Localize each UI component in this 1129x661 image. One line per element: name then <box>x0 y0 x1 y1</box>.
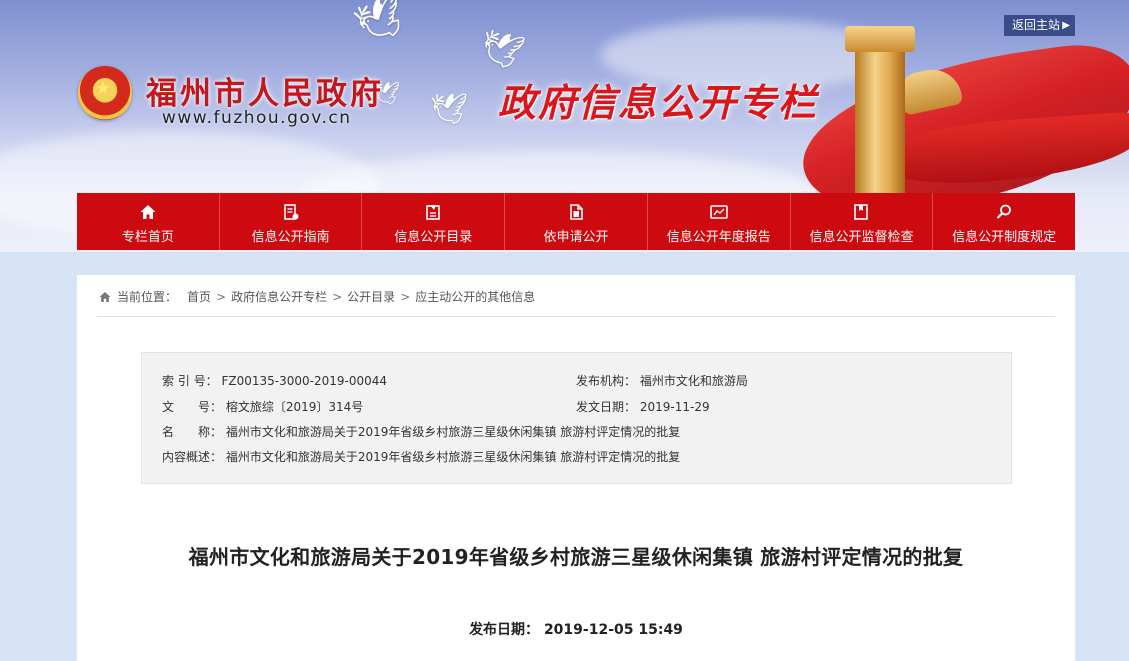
meta-key: 索 引 号： <box>162 374 218 388</box>
nav-item-annual-report[interactable]: 信息公开年度报告 <box>648 193 791 250</box>
report-icon <box>709 202 729 222</box>
document-icon <box>567 202 585 222</box>
meta-value: 榕文旅综〔2019〕314号 <box>225 400 364 414</box>
nav-item-catalog[interactable]: 信息公开目录 <box>362 193 506 250</box>
catalog-icon <box>424 202 442 222</box>
breadcrumb-link-column[interactable]: 政府信息公开专栏 <box>231 288 327 305</box>
site-title[interactable]: 福州市人民政府 <box>146 68 384 113</box>
document-metadata-box: 索 引 号： FZ00135-3000-2019-00044 发布机构： 福州市… <box>141 352 1012 484</box>
meta-row-summary: 内容概述： 福州市文化和旅游局关于2019年省级乡村旅游三星级休闲集镇 旅游村评… <box>162 448 680 465</box>
meta-key: 内容概述： <box>162 450 223 464</box>
return-main-site-label: 返回主站 <box>1012 18 1061 32</box>
meta-value: 福州市文化和旅游局 <box>639 374 748 388</box>
search-icon <box>995 202 1013 222</box>
meta-value: 福州市文化和旅游局关于2019年省级乡村旅游三星级休闲集镇 旅游村评定情况的批复 <box>225 450 681 464</box>
main-content: 当前位置： 首页 > 政府信息公开专栏 > 公开目录 > 应主动公开的其他信息 … <box>77 275 1075 661</box>
meta-value: 福州市文化和旅游局关于2019年省级乡村旅游三星级休闲集镇 旅游村评定情况的批复 <box>225 425 681 439</box>
meta-key: 发文日期： <box>576 400 637 414</box>
nav-item-guide[interactable]: 信息公开指南 <box>220 193 363 250</box>
breadcrumb-link-other-info[interactable]: 应主动公开的其他信息 <box>415 288 535 305</box>
meta-row-index: 索 引 号： FZ00135-3000-2019-00044 <box>162 372 387 389</box>
publish-date-value: 2019-12-05 15:49 <box>543 622 683 638</box>
nav-item-label: 信息公开目录 <box>394 230 473 245</box>
breadcrumb-divider <box>97 316 1055 317</box>
nav-item-label: 信息公开指南 <box>251 230 330 245</box>
breadcrumb-label: 当前位置： <box>117 290 178 304</box>
huabiao-pillar-decoration <box>855 30 905 220</box>
meta-value: 2019-11-29 <box>639 400 710 414</box>
dove-icon: 🕊 <box>430 92 469 127</box>
meta-key: 发布机构： <box>576 374 637 388</box>
national-emblem-logo[interactable]: ★ <box>78 66 132 120</box>
meta-row-docno: 文 号： 榕文旅综〔2019〕314号 <box>162 398 363 415</box>
star-icon: ★ <box>95 78 112 99</box>
meta-key: 文 号： <box>162 400 223 414</box>
supervision-icon <box>852 202 870 222</box>
meta-row-issue-date: 发文日期： 2019-11-29 <box>576 398 710 415</box>
guide-icon <box>282 202 300 222</box>
dove-icon: 🕊 <box>348 0 413 51</box>
meta-value: FZ00135-3000-2019-00044 <box>221 374 388 388</box>
breadcrumb-link-home[interactable]: 首页 <box>187 288 211 305</box>
document-title: 福州市文化和旅游局关于2019年省级乡村旅游三星级休闲集镇 旅游村评定情况的批复 <box>188 545 964 569</box>
meta-key: 名 称： <box>162 425 223 439</box>
nav-item-label: 依申请公开 <box>543 230 609 245</box>
chevron-right-icon: ▶ <box>1062 20 1070 31</box>
site-url: www.fuzhou.gov.cn <box>162 108 352 128</box>
huabiao-cap-decoration <box>845 26 915 52</box>
return-main-site-link[interactable]: 返回主站 ▶ <box>1004 15 1075 36</box>
meta-row-name: 名 称： 福州市文化和旅游局关于2019年省级乡村旅游三星级休闲集镇 旅游村评定… <box>162 423 680 440</box>
nav-item-regulations[interactable]: 信息公开制度规定 <box>933 193 1075 250</box>
nav-item-apply[interactable]: 依申请公开 <box>505 193 648 250</box>
publish-date: 发布日期： 2019-12-05 15:49 <box>77 619 1075 639</box>
dove-icon: 🕊 <box>475 25 528 75</box>
column-title: 政府信息公开专栏 <box>498 80 819 125</box>
breadcrumb-link-catalog[interactable]: 公开目录 <box>347 288 395 305</box>
breadcrumb-separator: > <box>400 289 411 304</box>
meta-row-publisher: 发布机构： 福州市文化和旅游局 <box>576 372 748 389</box>
nav-item-supervision[interactable]: 信息公开监督检查 <box>791 193 934 250</box>
breadcrumb-separator: > <box>332 289 343 304</box>
breadcrumb-separator: > <box>216 289 227 304</box>
publish-date-label: 发布日期： <box>469 622 540 638</box>
main-nav: 专栏首页 信息公开指南 信息公开目录 依申请公开 信息公开年度报告 信息公开监督… <box>77 193 1075 250</box>
nav-item-label: 信息公开年度报告 <box>666 230 771 245</box>
nav-item-label: 专栏首页 <box>121 230 174 245</box>
home-icon <box>139 202 157 222</box>
breadcrumb: 当前位置： 首页 > 政府信息公开专栏 > 公开目录 > 应主动公开的其他信息 <box>99 288 535 305</box>
nav-item-label: 信息公开监督检查 <box>809 230 914 245</box>
nav-item-label: 信息公开制度规定 <box>952 230 1057 245</box>
home-icon <box>99 291 111 303</box>
nav-item-home[interactable]: 专栏首页 <box>77 193 220 250</box>
